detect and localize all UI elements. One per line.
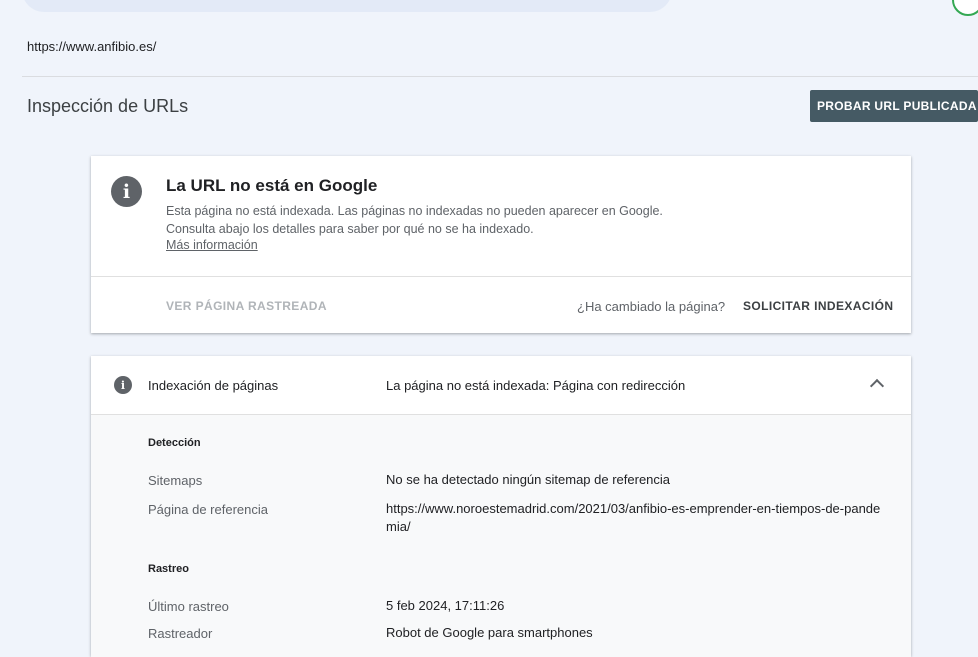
test-live-url-button[interactable]: PROBAR URL PUBLICADA	[810, 90, 978, 122]
crawled-as-label: Rastreador	[148, 626, 213, 641]
page-title: Inspección de URLs	[27, 96, 189, 116]
info-icon: i	[111, 176, 142, 207]
request-indexing-button[interactable]: SOLICITAR INDEXACIÓN	[743, 299, 893, 313]
page-changed-label: ¿Ha cambiado la página?	[577, 299, 726, 314]
info-icon: i	[114, 376, 132, 394]
property-url: https://www.anfibio.es/	[27, 39, 157, 54]
referring-page-value: https://www.noroestemadrid.com/2021/03/a…	[386, 501, 881, 534]
chevron-up-icon[interactable]	[869, 378, 885, 394]
referring-page-label: Página de referencia	[148, 502, 268, 517]
card-divider	[91, 276, 911, 277]
last-crawl-value: 5 feb 2024, 17:11:26	[386, 598, 505, 613]
learn-more-link[interactable]: Más información	[166, 238, 258, 252]
crawl-heading: Rastreo	[148, 563, 189, 575]
status-title: La URL no está en Google	[166, 176, 378, 195]
page-indexing-status: La página no está indexada: Página con r…	[386, 378, 686, 393]
search-bar[interactable]	[22, 0, 672, 12]
view-crawled-page-button[interactable]: VER PÁGINA RASTREADA	[166, 299, 327, 313]
page-indexing-header[interactable]: i Indexación de páginas La página no est…	[91, 356, 911, 414]
last-crawl-label: Último rastreo	[148, 599, 229, 614]
sitemaps-value: No se ha detectado ningún sitemap de ref…	[386, 472, 671, 487]
account-avatar[interactable]	[952, 0, 978, 16]
page-indexing-label: Indexación de páginas	[148, 378, 279, 393]
url-status-card: i La URL no está en Google Esta página n…	[91, 156, 911, 333]
page-indexing-card: i Indexación de páginas La página no est…	[91, 356, 911, 657]
header-divider	[22, 76, 978, 77]
crawled-as-value: Robot de Google para smartphones	[386, 625, 593, 640]
sitemaps-label: Sitemaps	[148, 473, 203, 488]
page-indexing-details: Detección Sitemaps No se ha detectado ni…	[91, 414, 911, 657]
discovery-heading: Detección	[148, 437, 201, 449]
status-description: Esta página no está indexada. Las página…	[166, 204, 663, 236]
